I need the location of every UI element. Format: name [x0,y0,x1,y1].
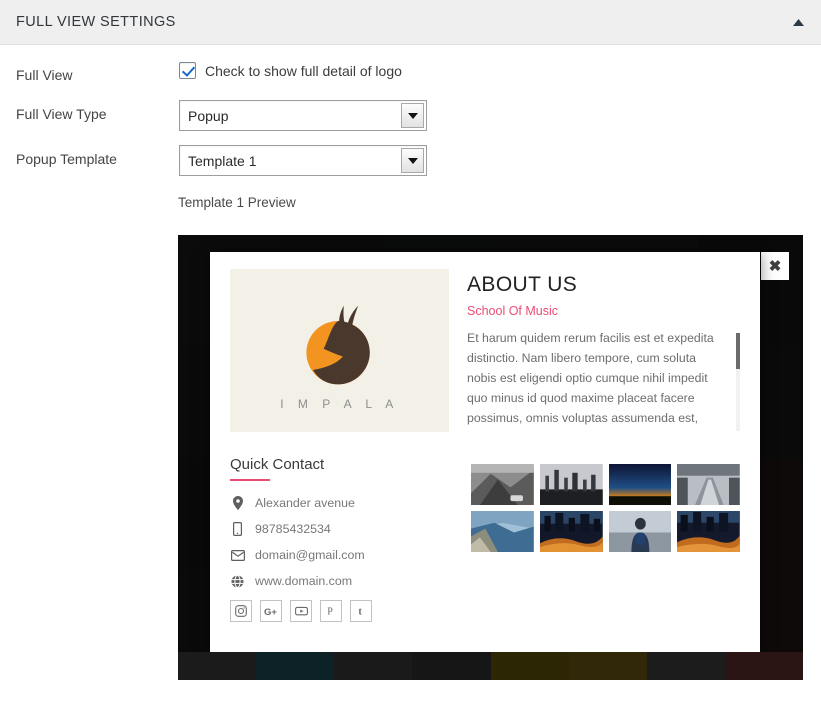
night-horizon-photo[interactable] [608,464,672,505]
svg-text:t: t [358,607,362,617]
full-view-type-value: Popup [188,107,229,124]
contact-item-address: Alexander avenue [230,496,455,510]
panel-body: Full View Check to show full detail of l… [0,61,821,210]
person-with-backpack-photo[interactable] [608,511,672,552]
mobile-phone-icon [230,522,245,536]
background-tile [568,652,647,680]
contact-item-phone: 98785432534 [230,522,455,536]
grayscale-machinery-photo[interactable] [471,464,534,505]
preview-caption: Template 1 Preview [178,195,296,210]
contact-email-text: domain@gmail.com [255,548,365,562]
page-title: FULL VIEW SETTINGS [16,14,176,30]
logo-panel: I M P A L A [230,269,449,432]
label-full-view: Full View [16,67,73,83]
about-body-text: Et harum quidem rerum facilis est et exp… [467,331,714,425]
pinterest-icon[interactable]: P [320,600,342,622]
logo-wordmark: I M P A L A [280,396,399,411]
full-view-settings-panel: FULL VIEW SETTINGS Full View Check to sh… [0,0,821,714]
about-section: ABOUT US School Of Music Et harum quidem… [467,269,740,432]
form-row-full-view: Full View Check to show full detail of l… [0,61,821,85]
location-pin-icon [230,496,245,510]
youtube-icon[interactable] [290,600,312,622]
popup-card: I M P A L A ABOUT US School Of Music Et … [210,252,760,664]
contact-item-email: domain@gmail.com [230,548,455,562]
label-popup-template: Popup Template [16,151,117,167]
train-tracks-station-photo[interactable] [677,464,740,505]
quick-contact-section: Quick Contact Alexander avenue 987854325… [230,456,455,622]
background-tile [256,652,335,680]
close-icon[interactable]: ✖ [761,252,789,280]
chevron-down-icon[interactable] [401,103,424,128]
gallery-grid [471,464,740,552]
background-tile [334,652,413,680]
about-scrollbar[interactable] [736,333,740,431]
chevron-down-icon[interactable] [401,148,424,173]
tumblr-icon[interactable]: t [350,600,372,622]
city-night-lights-photo[interactable] [539,511,603,552]
label-full-view-type: Full View Type [16,106,107,122]
title-underline [230,479,270,481]
industrial-refinery-photo[interactable] [539,464,603,505]
envelope-icon [230,549,245,561]
svg-text:P: P [327,606,333,617]
background-tile [412,652,491,680]
popup-template-select[interactable]: Template 1 [179,145,427,176]
gallery-section [471,456,740,622]
contact-address-text: Alexander avenue [255,496,355,510]
fjord-coastline-photo[interactable] [471,511,534,552]
background-tile [724,652,803,680]
about-subtitle: School Of Music [467,304,559,318]
city-night-lights-photo-2[interactable] [677,511,740,552]
contact-item-website: www.domain.com [230,574,455,588]
instagram-icon[interactable] [230,600,252,622]
triangle-up-icon[interactable] [787,11,809,33]
svg-text:G+: G+ [264,607,277,617]
popup-template-value: Template 1 [188,152,257,169]
globe-icon [230,574,245,588]
contact-phone-text: 98785432534 [255,522,331,536]
impala-logo-icon [305,305,370,384]
background-tile [178,652,257,680]
form-row-popup-template: Popup Template Template 1 [0,145,821,176]
social-links-row: G+ P t [230,600,455,622]
background-tile [490,652,569,680]
full-view-checkbox[interactable] [179,62,196,79]
about-title: ABOUT US [467,273,578,296]
quick-contact-title: Quick Contact [230,456,325,473]
form-row-full-view-type: Full View Type Popup [0,100,821,131]
full-view-checkbox-label: Check to show full detail of logo [205,62,402,79]
contact-website-text: www.domain.com [255,574,353,588]
full-view-type-select[interactable]: Popup [179,100,427,131]
template-preview-stage: ✖ I M P A L A ABOUT US School Of Music E… [178,235,803,680]
panel-header: FULL VIEW SETTINGS [0,0,821,45]
background-bottom-strip [178,652,803,680]
background-tile [646,652,725,680]
google-plus-icon[interactable]: G+ [260,600,282,622]
